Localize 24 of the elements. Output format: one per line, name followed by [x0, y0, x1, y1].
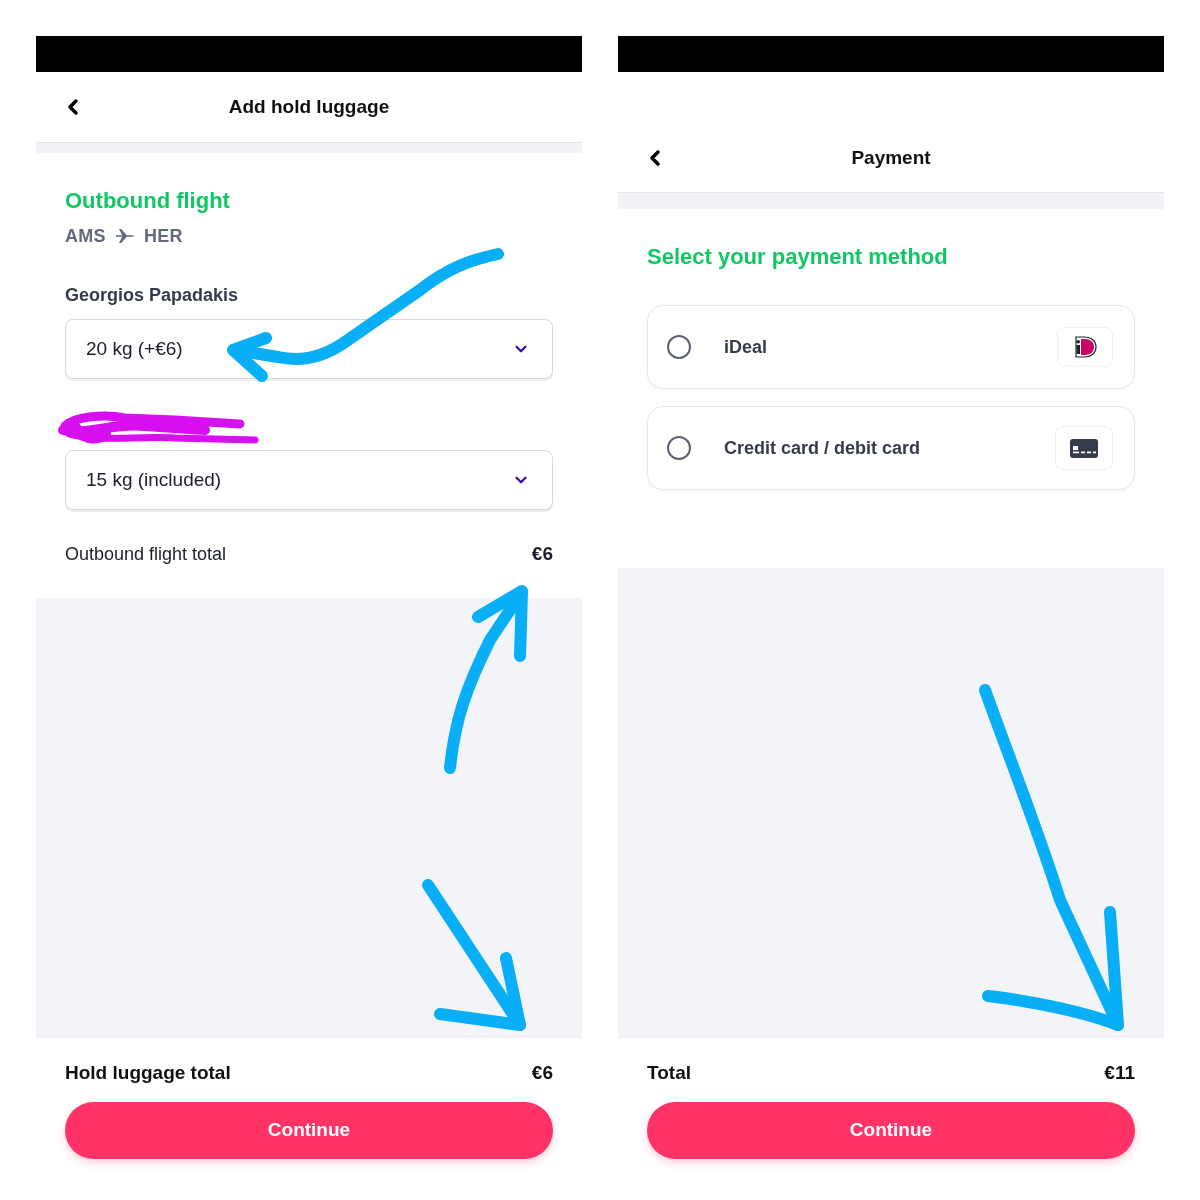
screen-title: Add hold luggage — [228, 96, 390, 118]
total-label: Hold luggage total — [65, 1061, 231, 1084]
subtotal-amount: €6 — [531, 543, 553, 565]
route-destination: HER — [143, 225, 183, 247]
section-heading: Outbound flight — [65, 187, 230, 215]
passenger-name: Georgios Papadakis — [65, 284, 239, 307]
continue-button[interactable]: Continue — [647, 1101, 1135, 1159]
radio-button[interactable] — [667, 335, 691, 359]
payment-logo-icon — [1057, 327, 1113, 367]
total-label: Total — [647, 1061, 691, 1084]
continue-button[interactable]: Continue — [65, 1101, 553, 1159]
total-amount: €11 — [1104, 1061, 1135, 1084]
radio-button[interactable] — [667, 436, 691, 460]
payment-option[interactable]: iDeal — [647, 305, 1135, 389]
credit-card-icon — [1055, 426, 1113, 470]
baggage-select[interactable]: 15 kg (included) — [65, 450, 553, 510]
total-amount: €6 — [531, 1061, 553, 1084]
route-origin: AMS — [65, 225, 106, 247]
section-heading: Select your payment method — [647, 243, 948, 271]
baggage-select[interactable]: 20 kg (+€6) — [65, 319, 553, 379]
screen-title: Payment — [851, 147, 931, 169]
plane-icon — [115, 228, 134, 244]
subtotal-label: Outbound flight total — [65, 543, 227, 565]
payment-option[interactable]: Credit card / debit card — [647, 406, 1135, 490]
